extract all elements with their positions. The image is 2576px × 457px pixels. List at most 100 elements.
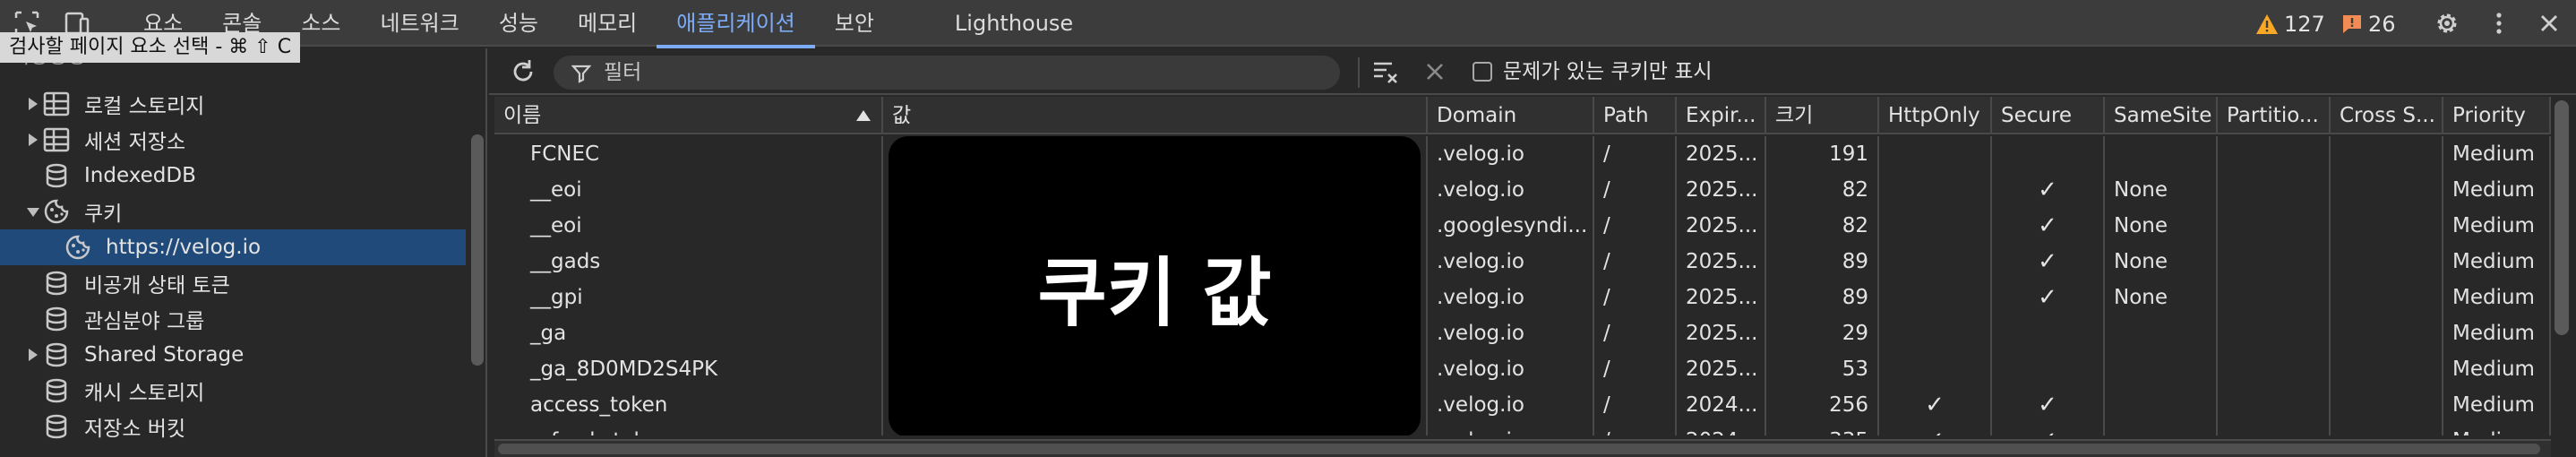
table-row[interactable]: __gads .velog.io/2025... 89 ✓ None Medium [494, 244, 2551, 280]
cookies-table: 이름 값 Domain Path Expir... 크기 HttpOnly Se… [494, 97, 2551, 435]
sidebar-item-private-state-tokens[interactable]: 비공개 상태 토큰 [0, 265, 466, 301]
cell-secure: ✓ [1992, 423, 2105, 435]
cell-size: 335 [1766, 423, 1879, 435]
cell-path: / [1594, 423, 1677, 435]
table-row[interactable]: __eoi .velog.io/2025... 82 ✓ None Medium [494, 172, 2551, 208]
column-header-value[interactable]: 값 [883, 97, 1428, 134]
cell-size: 89 [1766, 280, 1879, 315]
clear-all-cookies-icon[interactable] [1372, 59, 1401, 86]
table-row[interactable]: FCNEC .velog.io/2025... 191 Medium [494, 136, 2551, 172]
cell-name: _ga [494, 315, 883, 351]
cell-samesite: None [2105, 244, 2218, 280]
refresh-icon[interactable] [509, 57, 537, 86]
cell-secure: ✓ [1992, 172, 2105, 208]
column-header-path[interactable]: Path [1594, 97, 1677, 134]
table-row[interactable]: _ga .velog.io/2025... 29 Medium [494, 315, 2551, 351]
expand-arrow-icon[interactable] [29, 134, 38, 146]
sidebar-item-shared-storage[interactable]: Shared Storage [0, 337, 466, 373]
sidebar-item-local-storage[interactable]: 로컬 스토리지 [0, 86, 466, 122]
column-header-domain[interactable]: Domain [1428, 97, 1594, 134]
expand-arrow-icon[interactable] [29, 349, 38, 361]
cell-expires: 2025... [1677, 280, 1766, 315]
table-row[interactable]: __gpi .velog.io/2025... 89 ✓ None Medium [494, 280, 2551, 315]
column-header-httponly[interactable]: HttpOnly [1879, 97, 1992, 134]
table-row[interactable]: refresh_token.velog.io/2024...335✓✓Mediu… [494, 423, 2551, 435]
warnings-badge[interactable]: 127 [2255, 11, 2325, 38]
column-header-priority[interactable]: Priority [2443, 97, 2551, 134]
sidebar-item-cache-storage[interactable]: 캐시 스토리지 [0, 373, 466, 409]
cell-secure [1992, 351, 2105, 387]
cell-expires: 2025... [1677, 208, 1766, 244]
cell-priority: Medium [2443, 387, 2551, 423]
cell-httponly: ✓ [1879, 387, 1992, 423]
database-icon [43, 341, 70, 368]
filter-box[interactable] [554, 56, 1340, 90]
column-header-secure[interactable]: Secure [1992, 97, 2105, 134]
cell-crosssite [2331, 280, 2443, 315]
cell-domain: .googlesyndi... [1428, 208, 1594, 244]
delete-selected-icon[interactable] [1424, 61, 1446, 82]
table-row[interactable]: __eoi .googlesyndi.../2025... 82 ✓ None Mediu… [494, 208, 2551, 244]
cell-domain: .velog.io [1428, 172, 1594, 208]
cell-priority: Medium [2443, 172, 2551, 208]
cell-crosssite [2331, 244, 2443, 280]
cell-priority: Medium [2443, 315, 2551, 351]
filter-funnel-icon [571, 64, 591, 83]
sidebar-item-interest-groups[interactable]: 관심분야 그룹 [0, 301, 466, 337]
column-header-partition-key[interactable]: Partitio... [2218, 97, 2331, 134]
toolbar-divider [1358, 57, 1360, 88]
settings-gear-icon[interactable] [2433, 9, 2461, 38]
tab-application[interactable]: 애플리케이션 [657, 0, 816, 48]
tab-security[interactable]: 보안 [815, 0, 894, 47]
application-sidebar: 저장용량 로컬 스토리지 세션 저장소 IndexedDB 쿠키 h [0, 45, 487, 457]
cell-path: / [1594, 280, 1677, 315]
sidebar-item-indexeddb[interactable]: IndexedDB [0, 158, 466, 194]
close-devtools-icon[interactable] [2535, 9, 2563, 38]
cell-crosssite [2331, 387, 2443, 423]
sidebar-item-cookie-origin[interactable]: https://velog.io [0, 229, 466, 265]
cell-partition [2218, 136, 2331, 172]
column-header-name[interactable]: 이름 [494, 97, 883, 134]
cell-crosssite [2331, 423, 2443, 435]
cell-httponly [1879, 208, 1992, 244]
cell-samesite [2105, 136, 2218, 172]
column-header-expires[interactable]: Expir... [1677, 97, 1766, 134]
sidebar-scrollbar[interactable] [471, 134, 484, 366]
cell-crosssite [2331, 315, 2443, 351]
issues-badge[interactable]: 26 [2341, 11, 2396, 38]
cell-samesite: None [2105, 280, 2218, 315]
table-row[interactable]: access_token .velog.io/2024... 256 ✓ ✓ Medium [494, 387, 2551, 423]
warning-icon [2256, 14, 2278, 34]
sidebar-item-storage-buckets[interactable]: 저장소 버킷 [0, 409, 466, 444]
tab-lighthouse[interactable]: Lighthouse [935, 0, 1093, 47]
table-horizontal-scrollbar[interactable] [498, 444, 2540, 454]
sidebar-item-session-storage[interactable]: 세션 저장소 [0, 122, 466, 158]
collapse-arrow-icon[interactable] [27, 208, 39, 217]
cell-httponly [1879, 351, 1992, 387]
filter-input[interactable] [604, 56, 1320, 90]
column-header-samesite[interactable]: SameSite [2105, 97, 2218, 134]
table-row[interactable]: _ga_8D0MD2S4PK .velog.io/2025... 53 Medium [494, 351, 2551, 387]
cell-secure: ✓ [1992, 208, 2105, 244]
more-options-icon[interactable] [2485, 9, 2513, 38]
sort-ascending-icon [856, 110, 871, 121]
issue-icon [2343, 15, 2361, 33]
cell-name: refresh_token [494, 423, 883, 435]
tab-memory[interactable]: 메모리 [558, 0, 657, 47]
cell-size: 89 [1766, 244, 1879, 280]
cell-httponly [1879, 136, 1992, 172]
tab-performance[interactable]: 성능 [479, 0, 558, 47]
table-horizontal-scroll-track [494, 439, 2551, 457]
cell-path: / [1594, 387, 1677, 423]
expand-arrow-icon[interactable] [29, 98, 38, 110]
database-icon [43, 413, 70, 440]
cell-name: __eoi [494, 172, 883, 208]
column-header-size[interactable]: 크기 [1766, 97, 1879, 134]
table-vertical-scrollbar[interactable] [2555, 100, 2569, 335]
cell-httponly [1879, 244, 1992, 280]
column-header-cross-site[interactable]: Cross S... [2331, 97, 2443, 134]
cell-name: _ga_8D0MD2S4PK [494, 351, 883, 387]
cell-domain: .velog.io [1428, 280, 1594, 315]
sidebar-item-cookies[interactable]: 쿠키 [0, 194, 466, 229]
issues-only-checkbox[interactable] [1473, 62, 1492, 82]
